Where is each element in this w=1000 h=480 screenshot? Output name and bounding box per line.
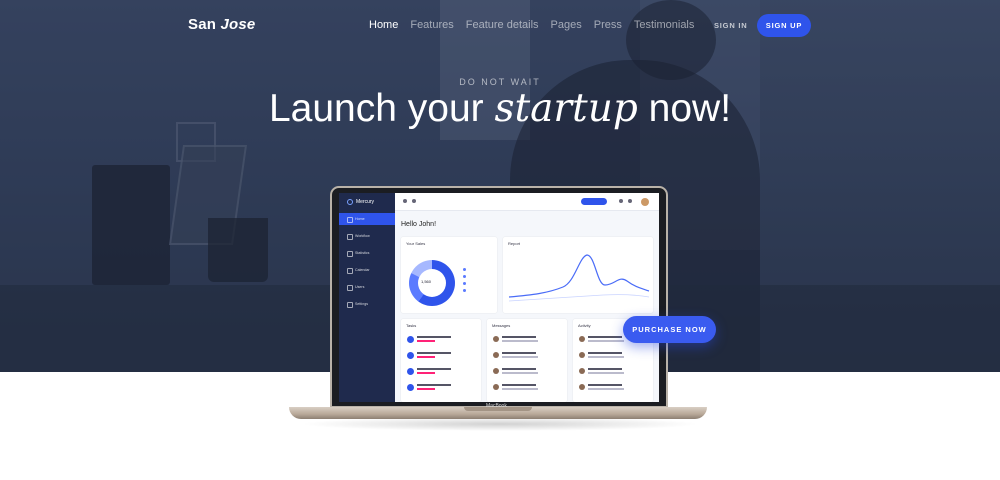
sidebar-item-calendar: Calendar — [339, 264, 395, 276]
bell-icon — [628, 199, 632, 203]
main-nav: Home Features Feature details Pages Pres… — [369, 19, 706, 31]
nav-item-testimonials[interactable]: Testimonials — [634, 19, 695, 31]
laptop-shadow — [300, 417, 700, 431]
menu-icon — [403, 199, 407, 203]
message-row — [493, 367, 563, 377]
sidebar-item-workflow: Workflow — [339, 230, 395, 242]
headline-italic: startup — [494, 86, 638, 131]
brand-name: San — [188, 16, 221, 33]
nav-item-press[interactable]: Press — [594, 19, 622, 31]
legend-item — [463, 289, 468, 293]
activity-row — [579, 383, 649, 393]
purchase-now-button[interactable]: PURCHASE NOW — [623, 316, 716, 343]
message-row — [493, 383, 563, 393]
sign-up-button[interactable]: SIGN UP — [757, 14, 811, 37]
sign-in-link[interactable]: SIGN IN — [714, 21, 748, 30]
sidebar-item-users: Users — [339, 281, 395, 293]
card-title: Tasks — [406, 323, 417, 328]
mail-icon — [619, 199, 623, 203]
legend-item — [463, 282, 468, 286]
dashboard-sidebar: Mercury Home Workflow Statistics Calenda… — [339, 193, 395, 402]
legend-item — [463, 275, 468, 279]
dashboard-logo-icon — [347, 199, 353, 205]
donut-value: 1,560 — [421, 279, 432, 284]
search-icon — [412, 199, 416, 203]
report-line-chart — [508, 254, 650, 302]
nav-item-pages[interactable]: Pages — [551, 19, 582, 31]
dashboard-pill-button — [581, 198, 607, 205]
message-row — [493, 351, 563, 361]
task-row — [407, 335, 477, 345]
task-row — [407, 351, 477, 361]
tasks-card: Tasks — [401, 319, 481, 402]
dashboard-topbar — [395, 193, 659, 211]
brand-name-italic: Jose — [220, 16, 256, 33]
headline-part: now! — [637, 87, 732, 130]
nav-item-feature-details[interactable]: Feature details — [466, 19, 539, 31]
activity-row — [579, 367, 649, 377]
laptop-screen: Mercury Home Workflow Statistics Calenda… — [339, 193, 659, 402]
sidebar-item-home: Home — [339, 213, 395, 225]
report-card: Report — [503, 237, 653, 313]
avatar — [641, 198, 649, 206]
card-title: Messages — [492, 323, 511, 328]
sidebar-item-statistics: Statistics — [339, 247, 395, 259]
messages-card: Messages — [487, 319, 567, 402]
hero-headline: Launch your startup now! — [0, 86, 1000, 131]
task-row — [407, 367, 477, 377]
message-row — [493, 335, 563, 345]
brand-logo[interactable]: San Jose — [188, 16, 255, 33]
dashboard-logo: Mercury — [347, 199, 374, 205]
laptop-label: MacBook — [486, 403, 507, 409]
card-title: Activity — [578, 323, 591, 328]
sales-donut — [409, 260, 455, 306]
task-row — [407, 383, 477, 393]
nav-item-home[interactable]: Home — [369, 19, 398, 31]
dashboard-greeting: Hello John! — [401, 221, 437, 228]
legend-item — [463, 268, 468, 272]
card-title: Your Sales — [406, 241, 426, 246]
sidebar-item-settings: Settings — [339, 298, 395, 310]
headline-part: Launch your — [268, 87, 495, 130]
dashboard-app-name: Mercury — [356, 199, 375, 205]
activity-row — [579, 351, 649, 361]
nav-item-features[interactable]: Features — [410, 19, 453, 31]
